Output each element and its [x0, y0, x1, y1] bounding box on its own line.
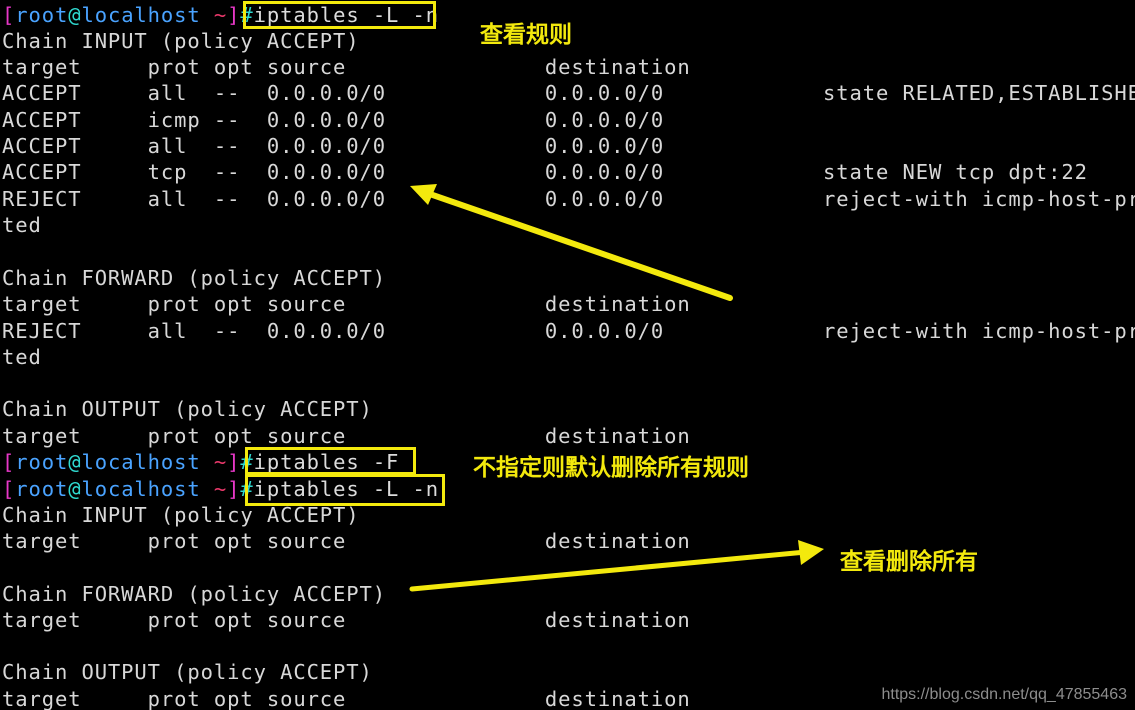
output-line: ACCEPT all -- 0.0.0.0/0 0.0.0.0/0 state … [2, 81, 1135, 105]
output-line: REJECT all -- 0.0.0.0/0 0.0.0.0/0 reject… [2, 319, 1135, 343]
output-line: target prot opt source destination [2, 55, 691, 79]
prompt-hostname: localhost [81, 477, 201, 501]
prompt-at-symbol: @ [68, 450, 82, 474]
output-line: REJECT all -- 0.0.0.0/0 0.0.0.0/0 reject… [2, 187, 1135, 211]
prompt-line-3: [root@localhost ~]#iptables -L -n [2, 476, 439, 502]
prompt-open-bracket: [ [2, 450, 16, 474]
output-line: ted [2, 345, 42, 369]
terminal-screenshot: [root@localhost ~]#iptables -L -n Chain … [0, 0, 1135, 710]
command-input-2[interactable]: iptables -F [254, 450, 400, 474]
command-input-3[interactable]: iptables -L -n [254, 477, 439, 501]
prompt-hash: # [240, 450, 254, 474]
output-line: target prot opt source destination [2, 292, 691, 316]
annotation-view-after-flush: 查看删除所有 [840, 549, 978, 575]
prompt-close-bracket: ] [227, 3, 241, 27]
prompt-hash: # [240, 477, 254, 501]
output-line: Chain FORWARD (policy ACCEPT) [2, 266, 387, 290]
output-line: target prot opt source destination [2, 424, 691, 448]
prompt-cwd: ~ [200, 3, 228, 27]
prompt-hash: # [240, 3, 254, 27]
prompt-open-bracket: [ [2, 3, 16, 27]
prompt-hostname: localhost [81, 450, 201, 474]
prompt-at-symbol: @ [68, 477, 82, 501]
terminal-output[interactable]: [root@localhost ~]#iptables -L -n Chain … [0, 0, 1135, 710]
output-line: target prot opt source destination [2, 529, 691, 553]
output-line: Chain INPUT (policy ACCEPT) [2, 29, 360, 53]
output-line: ACCEPT icmp -- 0.0.0.0/0 0.0.0.0/0 [2, 108, 665, 132]
prompt-cwd: ~ [200, 450, 228, 474]
prompt-line-2: [root@localhost ~]#iptables -F [2, 449, 399, 475]
watermark-text: https://blog.csdn.net/qq_47855463 [881, 686, 1127, 703]
output-line: target prot opt source destination [2, 608, 691, 632]
output-line: ACCEPT tcp -- 0.0.0.0/0 0.0.0.0/0 state … [2, 160, 1088, 184]
prompt-cwd: ~ [200, 477, 228, 501]
prompt-hostname: localhost [81, 3, 201, 27]
output-line: Chain OUTPUT (policy ACCEPT) [2, 660, 373, 684]
output-line: target prot opt source destination [2, 687, 691, 710]
prompt-close-bracket: ] [227, 477, 241, 501]
prompt-at-symbol: @ [68, 3, 82, 27]
annotation-flush-note: 不指定则默认删除所有规则 [473, 455, 749, 481]
annotation-view-rules: 查看规则 [480, 22, 572, 48]
prompt-close-bracket: ] [227, 450, 241, 474]
prompt-user: root [15, 3, 69, 27]
prompt-open-bracket: [ [2, 477, 16, 501]
prompt-user: root [15, 477, 69, 501]
prompt-user: root [15, 450, 69, 474]
output-line: Chain INPUT (policy ACCEPT) [2, 503, 360, 527]
output-line: ACCEPT all -- 0.0.0.0/0 0.0.0.0/0 [2, 134, 665, 158]
prompt-line-1: [root@localhost ~]#iptables -L -n [2, 2, 439, 28]
output-line: ted [2, 213, 42, 237]
command-input-1[interactable]: iptables -L -n [254, 3, 439, 27]
output-line: Chain FORWARD (policy ACCEPT) [2, 582, 387, 606]
output-line: Chain OUTPUT (policy ACCEPT) [2, 397, 373, 421]
